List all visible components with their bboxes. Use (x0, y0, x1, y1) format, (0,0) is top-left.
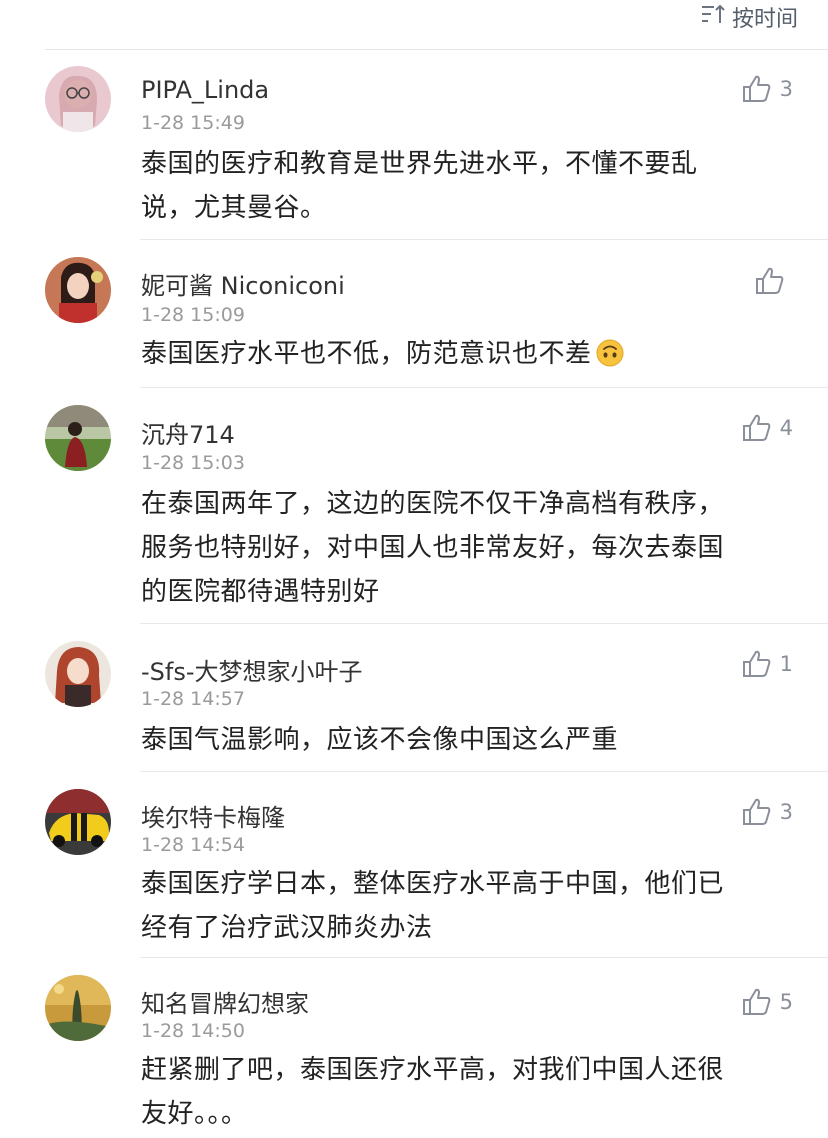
thumbs-up-icon (742, 798, 770, 825)
comment-time: 1-28 15:03 (141, 452, 245, 474)
comment-text-line: 赶紧删了吧，泰国医疗水平高，对我们中国人还很 (141, 1055, 725, 1085)
username[interactable]: -Sfs-大梦想家小叶子 (141, 652, 363, 687)
username[interactable]: PIPA_Linda (141, 76, 269, 104)
upside-down-face-icon (596, 337, 624, 367)
sort-bar: 按时间 (0, 0, 828, 50)
sort-label: 按时间 (731, 7, 798, 32)
sort-icon (700, 3, 732, 31)
user-avatar[interactable] (45, 405, 111, 471)
comment-item: 妮可酱 Niconiconi 1-28 15:09 泰国医疗水平也不低，防范意识… (0, 240, 828, 388)
comment-text-line: 服务也特别好，对中国人也非常友好，每次去泰国 (141, 533, 725, 563)
comment-item: 埃尔特卡梅隆 1-28 14:54 泰国医疗学日本，整体医疗水平高于中国，他们已… (0, 772, 828, 958)
comment-time: 1-28 15:09 (141, 304, 245, 326)
like-count: 5 (779, 990, 793, 1014)
username[interactable]: 妮可酱 Niconiconi (141, 266, 345, 301)
user-avatar[interactable] (45, 975, 111, 1041)
comment-text-line: 说，尤其曼谷。 (141, 193, 327, 223)
comment-time: 1-28 14:54 (141, 834, 245, 856)
comment-time: 1-28 14:57 (141, 688, 245, 710)
thumbs-up-icon (742, 988, 770, 1015)
thumbs-up-icon (742, 75, 770, 102)
comment-list: PIPA_Linda 1-28 15:49 泰国的医疗和教育是世界先进水平，不懂… (0, 50, 828, 1138)
thumbs-up-icon (756, 267, 784, 294)
comment-time: 1-28 15:49 (141, 112, 245, 134)
comment-text-line: 友好。。。 (141, 1099, 248, 1129)
user-avatar[interactable] (45, 257, 111, 323)
comment-text: 在泰国两年了，这边的医院不仅干净高档有秩序， 服务也特别好，对中国人也非常友好，… (141, 482, 781, 614)
like-button[interactable]: 1 (742, 650, 793, 678)
comment-text: 赶紧删了吧，泰国医疗水平高，对我们中国人还很 友好。。。 (141, 1048, 781, 1136)
comment-time: 1-28 14:50 (141, 1020, 245, 1042)
user-avatar[interactable] (45, 66, 111, 132)
comment-item: PIPA_Linda 1-28 15:49 泰国的医疗和教育是世界先进水平，不懂… (0, 50, 828, 240)
sort-by-time-button[interactable]: 按时间 (700, 2, 798, 32)
comment-text-line: 泰国气温影响，应该不会像中国这么严重 (141, 725, 619, 755)
comment-text-line: 的医院都待遇特别好 (141, 577, 380, 607)
comment-item: 沉舟714 1-28 15:03 在泰国两年了，这边的医院不仅干净高档有秩序， … (0, 388, 828, 624)
comment-text: 泰国医疗学日本，整体医疗水平高于中国，他们已 经有了治疗武汉肺炎办法 (141, 862, 781, 950)
comment-item: -Sfs-大梦想家小叶子 1-28 14:57 泰国气温影响，应该不会像中国这么… (0, 624, 828, 772)
comment-item: 知名冒牌幻想家 1-28 14:50 赶紧删了吧，泰国医疗水平高，对我们中国人还… (0, 958, 828, 1138)
user-avatar[interactable] (45, 789, 111, 855)
comment-text-line: 泰国医疗水平也不低，防范意识也不差 (141, 339, 592, 369)
thumbs-up-icon (742, 414, 770, 441)
like-button[interactable]: 4 (742, 414, 793, 442)
comment-text-line: 在泰国两年了，这边的医院不仅干净高档有秩序， (141, 489, 725, 519)
like-count: 3 (779, 77, 793, 101)
comment-text: 泰国的医疗和教育是世界先进水平，不懂不要乱 说，尤其曼谷。 (141, 142, 781, 230)
like-count: 1 (779, 652, 793, 676)
comment-text: 泰国气温影响，应该不会像中国这么严重 (141, 718, 781, 762)
comment-text-line: 经有了治疗武汉肺炎办法 (141, 913, 433, 943)
like-count: 3 (779, 800, 793, 824)
username[interactable]: 沉舟714 (141, 415, 235, 450)
like-button[interactable]: 5 (742, 988, 793, 1016)
like-count: 4 (779, 416, 793, 440)
like-button[interactable] (755, 267, 793, 295)
thumbs-up-icon (742, 650, 770, 677)
comment-text: 泰国医疗水平也不低，防范意识也不差 (141, 332, 781, 376)
comment-text-line: 泰国的医疗和教育是世界先进水平，不懂不要乱 (141, 149, 698, 179)
like-button[interactable]: 3 (742, 798, 793, 826)
comment-text-line: 泰国医疗学日本，整体医疗水平高于中国，他们已 (141, 869, 725, 899)
username[interactable]: 埃尔特卡梅隆 (141, 798, 285, 833)
like-button[interactable]: 3 (742, 75, 793, 103)
user-avatar[interactable] (45, 641, 111, 707)
username[interactable]: 知名冒牌幻想家 (141, 984, 309, 1019)
